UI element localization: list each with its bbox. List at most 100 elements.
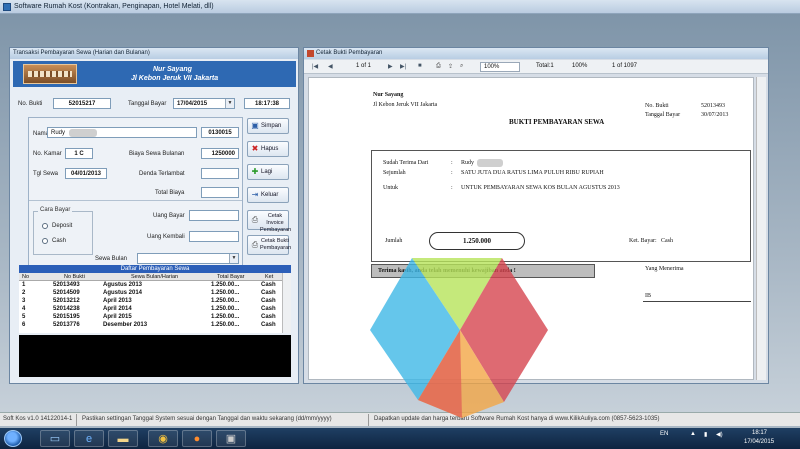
no-kamar-field[interactable]: 1 C [65,148,93,159]
denda-field[interactable] [201,168,239,179]
search-icon[interactable]: ⌕ [460,63,463,70]
payment-list-title: Daftar Pembayaran Sewa [19,265,291,273]
ket-label: Ket. Bayar [629,238,655,244]
chrome-icon[interactable]: ◉ [148,430,178,447]
col-no[interactable]: No [22,274,29,280]
uang-bayar-field[interactable] [189,210,239,221]
building-logo [23,64,77,84]
zoom-value: 100% [484,64,500,70]
total-biaya-field[interactable] [201,187,239,198]
status-bar: Soft Kos v1.0 14122014-1 Pastikan settin… [0,412,800,426]
table-row[interactable]: 6 52013776 Desember 2013 1.250.00... Cas… [19,322,291,330]
cell-ket: Cash [261,314,276,320]
cash-radio[interactable] [42,238,48,244]
exit-icon: ⇥ [251,190,259,199]
table-row[interactable]: 3 52013212 April 2013 1.250.00... Cash [19,298,291,306]
stop-icon[interactable]: ■ [418,63,422,69]
status-separator [368,414,369,426]
explorer-icon[interactable]: ▭ [40,430,70,447]
payment-window-title: Transaksi Pembayaran Sewa (Harian dan Bu… [13,50,150,56]
banner-name: Nur Sayang [153,66,192,73]
clock-date[interactable]: 17/04/2015 [744,439,774,445]
print-window-titlebar[interactable]: Cetak Bukti Pembayaran [304,48,768,59]
network-icon[interactable]: ▮ [704,431,707,438]
cell-no: 5 [22,314,26,320]
cara-bayar-label: Cara Bayar [38,207,73,213]
payment-window-titlebar[interactable]: Transaksi Pembayaran Sewa (Harian dan Bu… [10,48,298,59]
table-row[interactable]: 2 52014509 Agustus 2014 1.250.00... Cash [19,290,291,298]
tanggal-bayar-picker[interactable]: 17/04/2015 ▼ [173,98,235,109]
receipt-body-box [371,150,751,262]
col-no-bukti[interactable]: No Bukti [64,274,85,280]
cell-total-bayar: 1.250.00... [211,298,240,304]
cetak-invoice-label: Cetak Invoice Pembayaran [260,213,292,233]
sewa-bulan-dropdown[interactable]: ▼ [137,253,239,264]
list-scrollbar[interactable] [282,273,291,333]
tgl-sewa-label: Tgl Sewa [33,171,59,177]
internet-explorer-icon[interactable]: e [74,430,104,447]
table-row[interactable]: 5 52015195 April 2015 1.250.00... Cash [19,314,291,322]
cell-no-bukti: 52014238 [53,306,80,312]
status-version: Soft Kos v1.0 14122014-1 [3,416,73,422]
tanggal-bayar-value: 17/04/2015 [177,101,208,107]
export-icon[interactable]: ⇪ [448,63,453,70]
ket-colon: : [655,238,657,244]
cell-ket: Cash [261,290,276,296]
start-button[interactable] [4,430,22,447]
report-icon [307,50,314,57]
cell-no-bukti: 52013776 [53,322,80,328]
cetak-bukti-button[interactable]: ⎙ Cetak Bukti Pembayaran [247,235,291,255]
keluar-label: Keluar [261,192,279,198]
table-row[interactable]: 1 52013493 Agustus 2013 1.250.00... Cash [19,282,291,290]
save-icon: ▣ [251,121,259,130]
cell-sewa-bulan: April 2015 [103,314,132,320]
tray-arrow-icon[interactable]: ▲ [690,431,696,437]
printer-icon[interactable]: ⎙ [436,63,441,70]
cell-sewa-bulan: April 2014 [103,306,132,312]
banner-address: Jl Kebon Jeruk VII Jakarta [131,75,219,82]
language-indicator[interactable]: EN [660,431,668,437]
folder-icon[interactable]: ▬ [108,430,138,447]
first-page-icon[interactable]: |◀ [312,63,318,70]
no-bukti-field[interactable]: 52015217 [53,98,111,109]
cell-no: 4 [22,306,26,312]
col-ket[interactable]: Ket [265,274,273,280]
next-page-icon[interactable]: ▶ [388,63,393,70]
clock-time[interactable]: 18:17 [752,430,767,436]
hapus-label: Hapus [261,146,279,152]
prev-page-icon[interactable]: ◀ [328,63,333,70]
denda-label: Denda Terlambat [139,171,185,177]
lagi-button[interactable]: ✚ Lagi [247,164,289,180]
col-sewa-bulan[interactable]: Sewa Bulan/Harian [131,274,178,280]
deposit-radio[interactable] [42,223,48,229]
last-page-icon[interactable]: ▶| [400,63,406,70]
percent-label: 100% [572,63,588,69]
hapus-button[interactable]: ✖ Hapus [247,141,289,157]
biaya-label: Biaya Sewa Bulanan [129,151,185,157]
dari-label: Sudah Terima Dari [383,160,429,166]
uang-kembali-field[interactable] [189,231,239,242]
keluar-button[interactable]: ⇥ Keluar [247,187,289,203]
cetak-invoice-button[interactable]: ⎙ Cetak Invoice Pembayaran [247,210,291,233]
cell-ket: Cash [261,282,276,288]
chevron-down-icon[interactable]: ▼ [229,254,238,263]
cell-no: 2 [22,290,26,296]
print-window-title: Cetak Bukti Pembayaran [316,50,383,56]
cell-total-bayar: 1.250.00... [211,290,240,296]
tgl-sewa-field[interactable]: 04/01/2013 [65,168,107,179]
printer-icon: ⎙ [251,215,259,224]
chevron-down-icon[interactable]: ▼ [225,99,234,108]
volume-icon[interactable]: ◀) [716,431,723,438]
cell-sewa-bulan: Agustus 2013 [103,282,143,288]
report-scrollbar[interactable] [756,77,766,380]
simpan-button[interactable]: ▣ Simpan [247,118,289,134]
cara-bayar-group: Cara Bayar Deposit Cash [33,207,93,255]
table-row[interactable]: 4 52014238 April 2014 1.250.00... Cash [19,306,291,314]
col-total-bayar[interactable]: Total Bayar [217,274,245,280]
app-taskbar-icon[interactable]: ▣ [216,430,246,447]
status-promo: Dapatkan update dan harga terbaru Softwa… [374,416,660,422]
firefox-icon[interactable]: ● [182,430,212,447]
zoom-select[interactable]: 100% [480,62,520,72]
biaya-field[interactable]: 1250000 [201,148,239,159]
cell-no-bukti: 52014509 [53,290,80,296]
